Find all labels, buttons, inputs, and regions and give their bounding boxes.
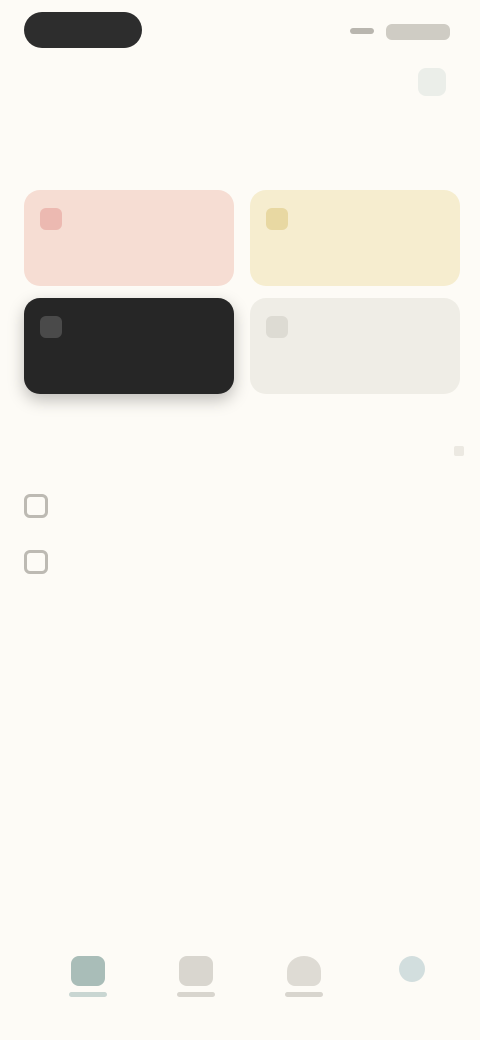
- nav-profile[interactable]: [274, 956, 334, 1016]
- nav-home-label: [69, 992, 107, 997]
- app-screen: [0, 0, 480, 1040]
- bottom-nav: [0, 930, 480, 1040]
- category-card-3[interactable]: [24, 298, 234, 394]
- profile-icon: [287, 956, 321, 986]
- category-card-4[interactable]: [250, 298, 460, 394]
- list-item[interactable]: [24, 490, 64, 522]
- card-4-icon: [266, 316, 288, 338]
- card-3-icon: [40, 316, 62, 338]
- signal-icon: [350, 28, 374, 34]
- gear-icon: [24, 550, 48, 574]
- checkbox-icon: [24, 494, 48, 518]
- status-time-pill: [24, 12, 142, 48]
- status-icons: [350, 22, 450, 40]
- category-card-2[interactable]: [250, 190, 460, 286]
- list-item[interactable]: [24, 546, 64, 578]
- settings-icon: [399, 956, 425, 982]
- top-action-icon[interactable]: [418, 68, 446, 96]
- home-icon: [71, 956, 105, 986]
- nav-list-label: [177, 992, 215, 997]
- category-card-1[interactable]: [24, 190, 234, 286]
- list-icon: [179, 956, 213, 986]
- more-icon[interactable]: [454, 446, 464, 456]
- status-bar: [0, 0, 480, 64]
- nav-settings[interactable]: [382, 956, 442, 1016]
- nav-home[interactable]: [58, 956, 118, 1016]
- nav-profile-label: [285, 992, 323, 997]
- card-2-icon: [266, 208, 288, 230]
- card-1-icon: [40, 208, 62, 230]
- battery-icon: [386, 24, 450, 40]
- nav-list[interactable]: [166, 956, 226, 1016]
